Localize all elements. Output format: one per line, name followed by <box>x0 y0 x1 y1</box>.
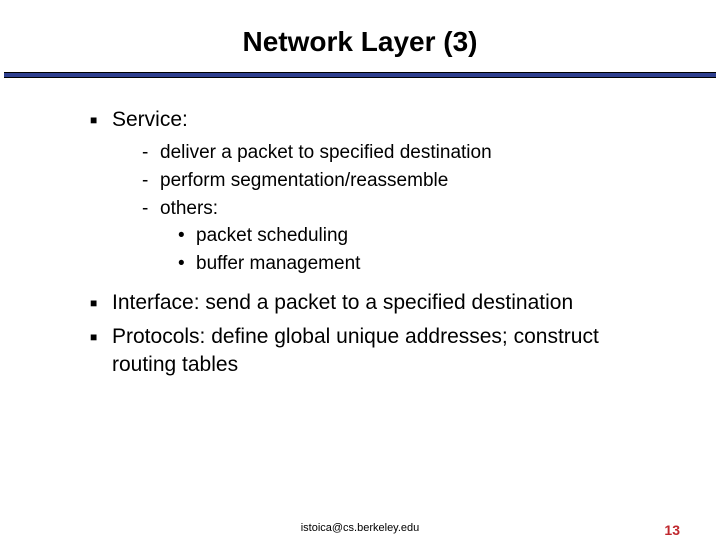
bullet-protocols: Protocols: define global unique addresse… <box>90 323 660 380</box>
footer-email: istoica@cs.berkeley.edu <box>0 522 720 534</box>
dot-icon <box>178 251 196 277</box>
square-bullet-icon <box>90 106 112 134</box>
dash-icon <box>142 140 160 166</box>
bullet-text: Protocols: define global unique addresse… <box>112 323 660 380</box>
slide: Network Layer (3) Service: deliver a pac… <box>0 0 720 540</box>
list-text: others: <box>160 196 218 222</box>
bullet-text: Service: <box>112 106 188 134</box>
dot-icon <box>178 223 196 249</box>
list-item: packet scheduling <box>178 223 660 249</box>
list-text: packet scheduling <box>196 223 348 249</box>
dash-icon <box>142 168 160 194</box>
page-number: 13 <box>664 522 680 538</box>
list-item: others: <box>142 196 660 222</box>
square-bullet-icon <box>90 289 112 317</box>
list-item: deliver a packet to specified destinatio… <box>142 140 660 166</box>
bullet-service: Service: <box>90 106 660 134</box>
list-text: perform segmentation/reassemble <box>160 168 448 194</box>
dash-icon <box>142 196 160 222</box>
list-item: buffer management <box>178 251 660 277</box>
square-bullet-icon <box>90 323 112 380</box>
service-sublist: deliver a packet to specified destinatio… <box>90 140 660 276</box>
bullet-interface: Interface: send a packet to a specified … <box>90 289 660 317</box>
others-sublist: packet scheduling buffer management <box>142 223 660 276</box>
slide-title: Network Layer (3) <box>0 0 720 72</box>
list-text: deliver a packet to specified destinatio… <box>160 140 492 166</box>
bullet-text: Interface: send a packet to a specified … <box>112 289 573 317</box>
list-text: buffer management <box>196 251 360 277</box>
slide-body: Service: deliver a packet to specified d… <box>0 78 720 380</box>
list-item: perform segmentation/reassemble <box>142 168 660 194</box>
